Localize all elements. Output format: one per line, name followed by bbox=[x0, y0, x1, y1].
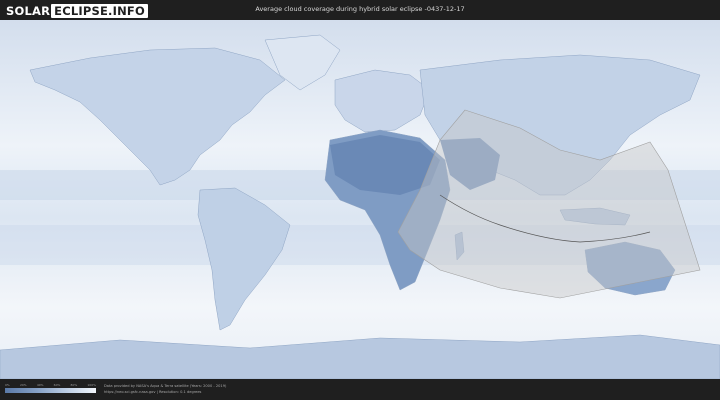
credits-line-2: https://neo.sci.gsfc.nasa.gov | Resoluti… bbox=[104, 389, 202, 394]
cloud-coverage-legend-bar bbox=[5, 388, 96, 393]
legend-tick: 60% bbox=[53, 383, 61, 387]
legend-tick: 80% bbox=[70, 383, 78, 387]
legend-ticks: 0% 20% 40% 60% 80% 100% bbox=[5, 383, 96, 387]
legend-tick: 100% bbox=[87, 383, 96, 387]
footer-bar: 0% 20% 40% 60% 80% 100% Data provided by… bbox=[0, 379, 720, 400]
header-bar: SOLAR ECLIPSE.INFO Average cloud coverag… bbox=[0, 0, 720, 20]
world-map-svg bbox=[0, 20, 720, 379]
page-title: Average cloud coverage during hybrid sol… bbox=[255, 5, 465, 13]
legend-tick: 40% bbox=[36, 383, 44, 387]
credits-line-1: Data provided by NASA's Aqua & Terra sat… bbox=[104, 384, 227, 388]
legend-tick: 0% bbox=[5, 383, 10, 387]
cloud-coverage-map bbox=[0, 20, 720, 379]
legend-tick: 20% bbox=[19, 383, 27, 387]
data-credits: Data provided by NASA's Aqua & Terra sat… bbox=[104, 384, 226, 395]
land-antarctica bbox=[0, 334, 720, 379]
